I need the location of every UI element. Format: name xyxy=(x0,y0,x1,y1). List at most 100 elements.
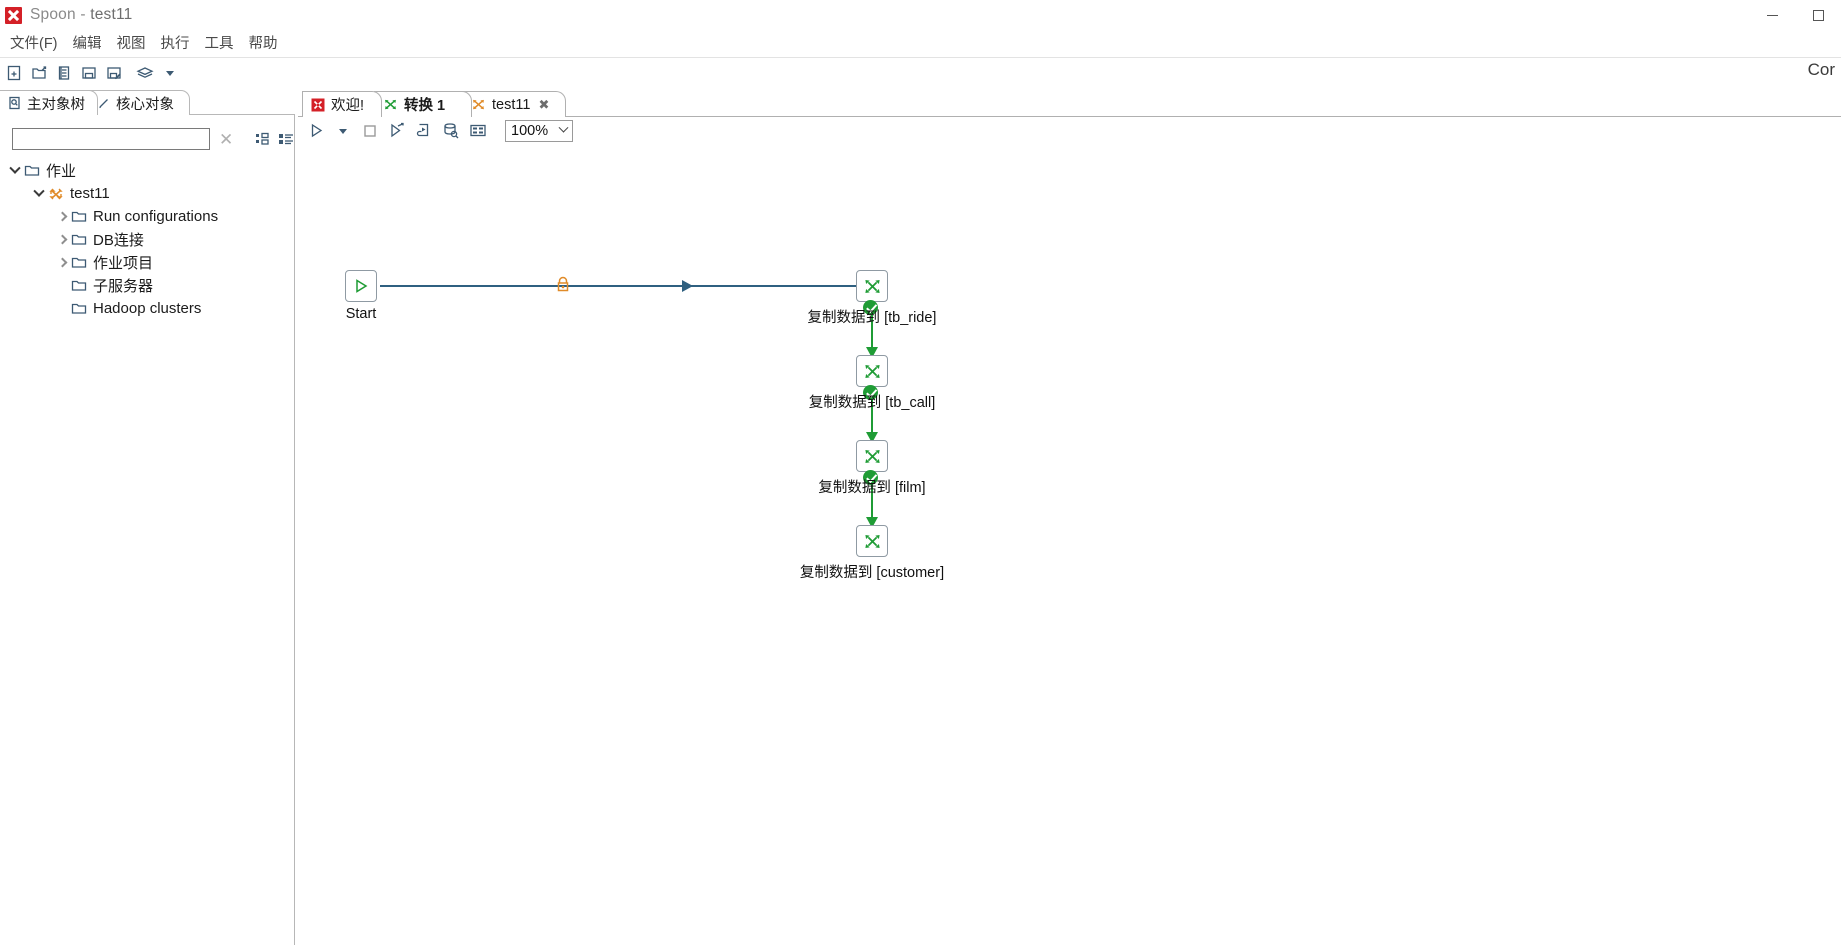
maximize-button[interactable] xyxy=(1795,0,1841,30)
stop-button[interactable] xyxy=(358,119,382,142)
tab-test11-label: test11 xyxy=(492,96,531,113)
tree-item-hadoop-clusters[interactable]: Hadoop clusters xyxy=(0,297,295,320)
window-title-separator: - xyxy=(75,6,91,23)
tree-item-jobs-label: 作业 xyxy=(46,163,77,180)
run-button[interactable] xyxy=(304,119,328,142)
left-panel-tabstrip: 主对象树 核心对象 xyxy=(0,90,295,115)
maximize-icon xyxy=(1812,9,1824,21)
canvas-node-customer-label: 复制数据到 [customer] xyxy=(799,565,945,581)
transformation-green-icon xyxy=(864,534,880,548)
perspective-dropdown[interactable] xyxy=(159,61,181,85)
tab-core-objects-label: 核心对象 xyxy=(116,96,174,113)
layers-icon xyxy=(136,66,154,78)
canvas-node-film[interactable] xyxy=(856,440,888,472)
tab-transformation-1-label: 转换 1 xyxy=(404,98,446,114)
search-clear-button[interactable]: ✕ xyxy=(219,131,233,148)
run-options-dropdown[interactable] xyxy=(331,119,355,142)
transformation-green-icon xyxy=(864,364,880,378)
open-folder-icon xyxy=(31,65,46,79)
tab-welcome[interactable]: 欢迎! xyxy=(302,91,382,117)
spoon-kettle-icon xyxy=(5,6,22,24)
minimize-button[interactable] xyxy=(1749,0,1795,30)
tree-item-jobs[interactable]: 作业 xyxy=(0,159,295,182)
grid-icon xyxy=(470,124,486,137)
menu-run[interactable]: 执行 xyxy=(154,31,198,54)
inspect-button[interactable] xyxy=(439,119,463,142)
left-panel-body: ✕ 作业 test11 Run configurations DB连接 作业项目… xyxy=(0,115,295,945)
tab-welcome-label: 欢迎! xyxy=(331,98,365,114)
minimize-icon xyxy=(1766,14,1778,16)
transformation-green-icon xyxy=(864,279,880,293)
tree-item-run-configurations[interactable]: Run configurations xyxy=(0,205,295,228)
save-as-icon xyxy=(107,66,121,79)
hop-arrowhead-icon xyxy=(682,280,693,292)
padlock-icon[interactable] xyxy=(556,276,570,293)
canvas-node-tb-ride-label: 复制数据到 [tb_ride] xyxy=(807,310,937,326)
window-controls xyxy=(1749,0,1841,30)
preview-button[interactable] xyxy=(385,119,409,142)
show-grid-button[interactable] xyxy=(466,119,490,142)
title-bar: Spoon - test11 xyxy=(0,0,1841,30)
tree-item-db-connections-label: DB连接 xyxy=(93,232,144,249)
search-input[interactable] xyxy=(12,128,210,150)
tree-item-job-entries-label: 作业项目 xyxy=(93,255,154,272)
folder-icon xyxy=(22,164,42,177)
chevron-down-icon xyxy=(558,122,569,133)
tab-core-objects[interactable]: 核心对象 xyxy=(88,90,190,115)
menu-bar: 文件(F) 编辑 视图 执行 工具 帮助 xyxy=(0,30,1841,54)
explorer-list-icon xyxy=(58,65,70,80)
chevron-down-icon[interactable] xyxy=(8,162,22,178)
tab-test11[interactable]: test11 ✖ xyxy=(462,91,566,117)
folder-icon xyxy=(69,256,89,269)
open-button[interactable] xyxy=(28,61,50,85)
expand-all-button[interactable] xyxy=(278,132,294,146)
perspective-button[interactable] xyxy=(134,61,156,85)
tab-main-object-tree[interactable]: 主对象树 xyxy=(0,90,98,115)
tree-item-job-entries[interactable]: 作业项目 xyxy=(0,251,295,274)
save-as-button[interactable] xyxy=(103,61,125,85)
zoom-select[interactable]: 100% xyxy=(505,119,573,142)
chevron-right-icon[interactable] xyxy=(55,210,69,224)
debug-button[interactable] xyxy=(412,119,436,142)
menu-tools[interactable]: 工具 xyxy=(198,31,242,54)
menu-view[interactable]: 视图 xyxy=(110,31,154,54)
chevron-right-icon[interactable] xyxy=(55,233,69,247)
tab-transformation-1[interactable]: 转换 1 xyxy=(374,91,472,117)
chevron-down-icon[interactable] xyxy=(32,185,46,201)
tree-item-db-connections[interactable]: DB连接 xyxy=(0,228,295,251)
save-button[interactable] xyxy=(78,61,100,85)
start-play-icon xyxy=(356,279,368,293)
menu-help[interactable]: 帮助 xyxy=(242,31,286,54)
canvas-node-customer[interactable] xyxy=(856,525,888,557)
canvas-node-film-label: 复制数据到 [film] xyxy=(818,480,926,496)
perspective-label: Cor xyxy=(1807,60,1835,79)
kettle-red-icon xyxy=(311,98,325,111)
close-icon[interactable]: ✖ xyxy=(538,97,549,113)
chevron-right-icon[interactable] xyxy=(55,256,69,270)
document-tree-icon xyxy=(9,96,20,110)
collapse-all-button[interactable] xyxy=(255,132,270,146)
left-panel: 主对象树 核心对象 ✕ 作业 test11 Run configurations… xyxy=(0,90,295,945)
transformation-green-icon xyxy=(864,449,880,463)
tree-item-slave-servers[interactable]: 子服务器 xyxy=(0,274,295,297)
transformation-icon xyxy=(46,186,66,202)
editor-tabstrip: 欢迎! 转换 1 test11 ✖ xyxy=(298,90,1841,117)
menu-edit[interactable]: 编辑 xyxy=(66,31,110,54)
tree-item-test11-label: test11 xyxy=(70,185,110,202)
tree-item-test11[interactable]: test11 xyxy=(0,182,295,205)
hop-start-to-tb-ride[interactable] xyxy=(380,285,873,287)
canvas-node-tb-call[interactable] xyxy=(856,355,888,387)
tree-item-run-configurations-label: Run configurations xyxy=(93,208,219,225)
play-forward-icon xyxy=(391,122,404,138)
explore-button[interactable] xyxy=(53,61,75,85)
transformation-green-icon xyxy=(385,99,396,110)
tree-item-hadoop-clusters-label: Hadoop clusters xyxy=(93,300,202,317)
search-row: ✕ xyxy=(0,124,295,154)
job-canvas[interactable]: Start 复制数据到 [tb_ride] 复制数据到 [tb_call] 复制… xyxy=(298,145,1841,945)
folder-icon xyxy=(69,210,89,223)
menu-file[interactable]: 文件(F) xyxy=(7,31,66,54)
editor-area: 欢迎! 转换 1 test11 ✖ 100% Start 复制数据到 [tb_r… xyxy=(296,90,1841,945)
new-button[interactable] xyxy=(3,61,25,85)
canvas-node-start[interactable] xyxy=(345,270,377,302)
canvas-node-tb-ride[interactable] xyxy=(856,270,888,302)
